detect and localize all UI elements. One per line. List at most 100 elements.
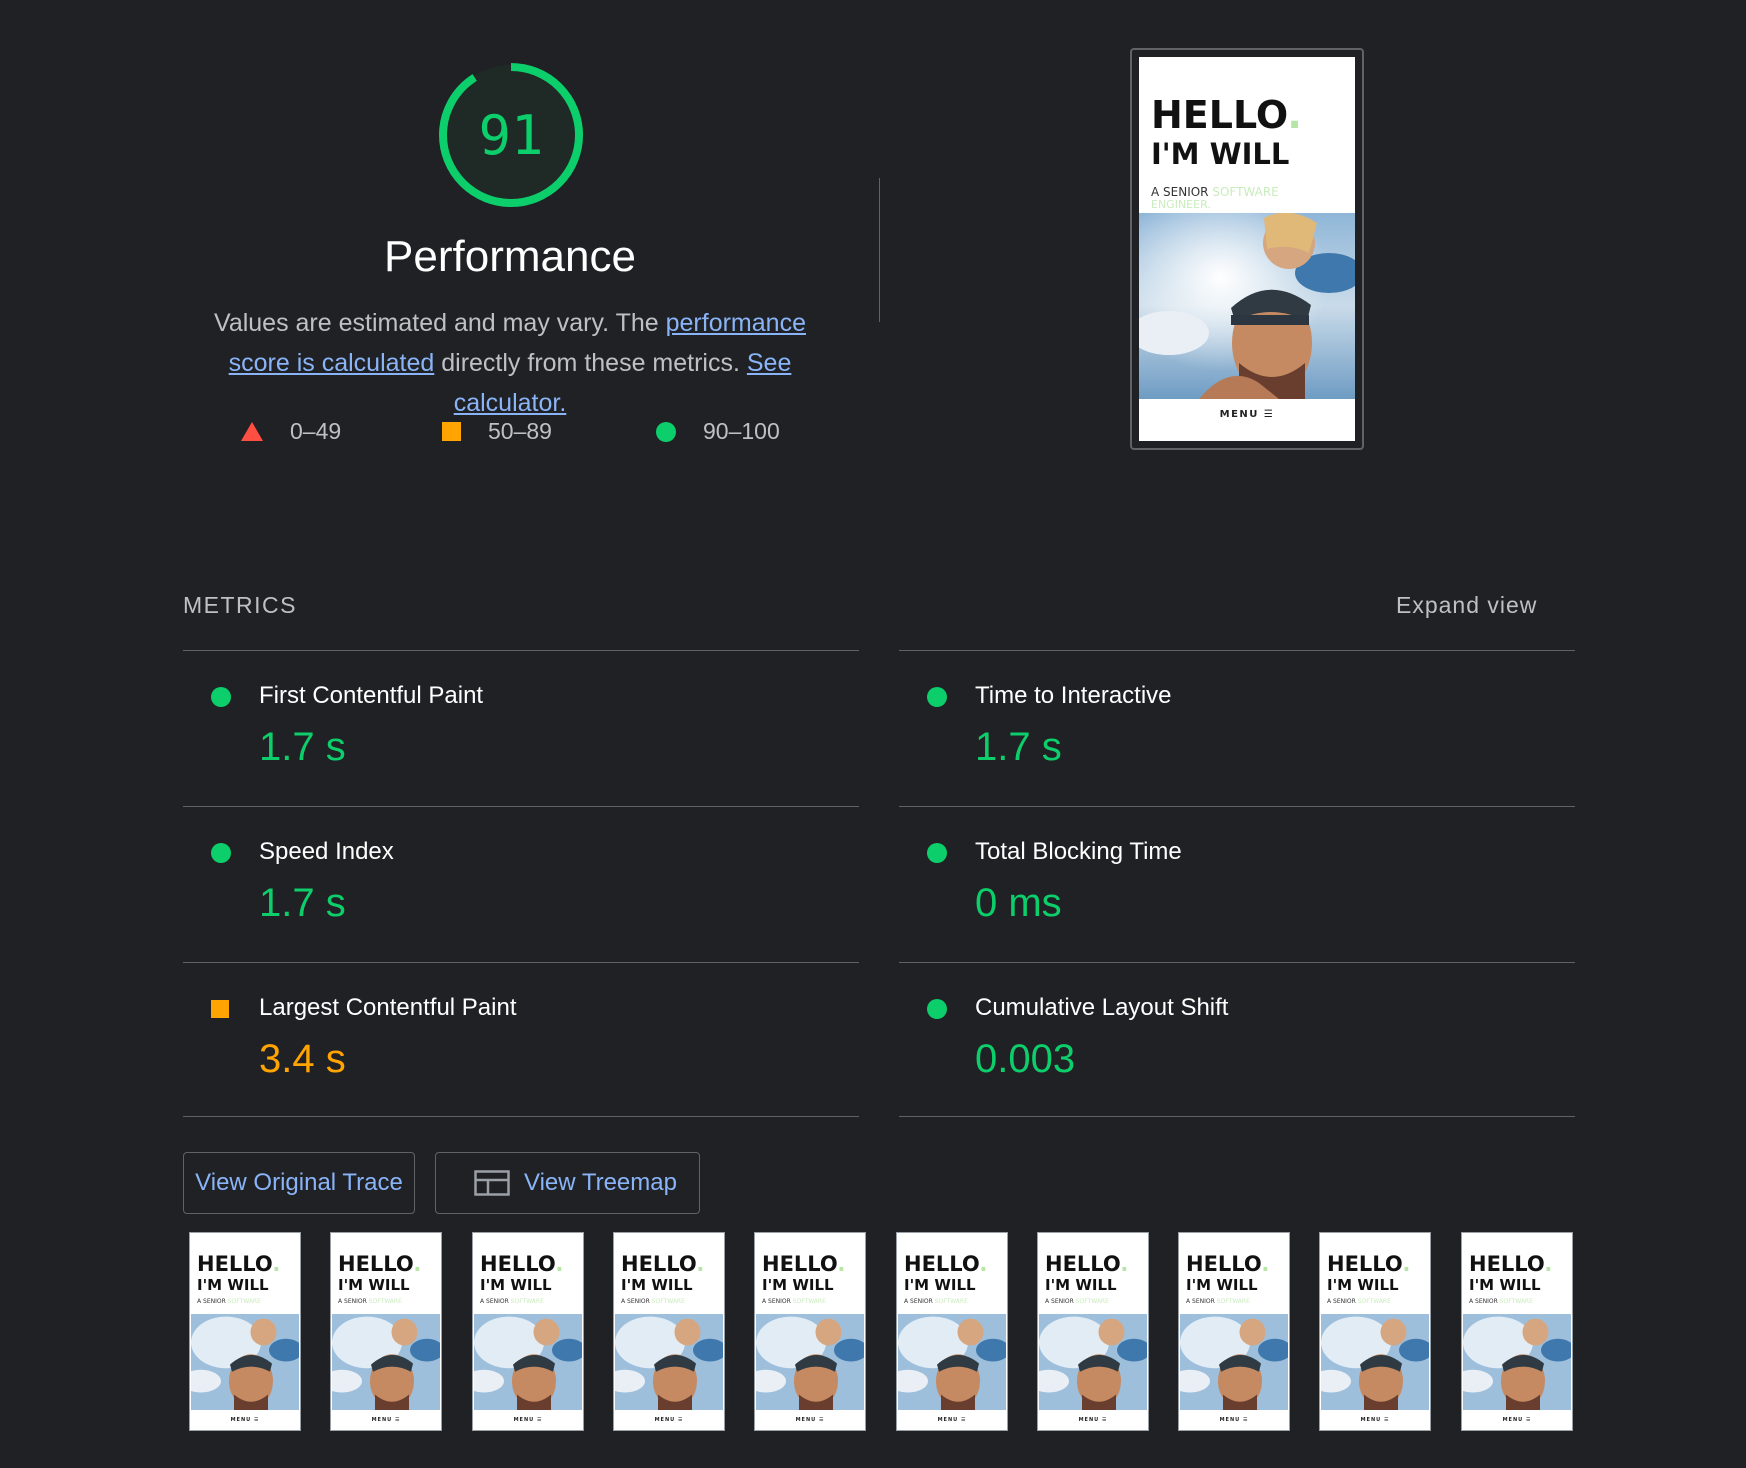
screenshot-name-text: I'M WILL <box>1151 137 1290 171</box>
metric-title: Largest Contentful Paint <box>259 994 517 1021</box>
view-treemap-label: View Treemap <box>524 1169 677 1196</box>
thumb-subtitle: A SENIOR SOFTWARE <box>904 1298 968 1305</box>
metric-first-contentful-paint: First Contentful Paint 1.7 s <box>183 651 859 806</box>
legend-label-fail: 0–49 <box>290 418 342 444</box>
pass-circle-icon <box>211 843 231 863</box>
score-gauge: 91 <box>437 61 585 209</box>
photo-illustration <box>1139 213 1355 399</box>
thumb-menu: MENU ☰ <box>654 1417 684 1423</box>
filmstrip-frame: HELLO. I'M WILL A SENIOR SOFTWARE MENU ☰ <box>1319 1232 1431 1431</box>
screenshot-subtitle: A SENIOR SOFTWARE <box>1151 185 1279 199</box>
filmstrip-frame: HELLO. I'M WILL A SENIOR SOFTWARE MENU ☰ <box>472 1232 584 1431</box>
thumb-photo <box>898 1314 1006 1410</box>
score-description: Values are estimated and may vary. The p… <box>180 303 840 423</box>
filmstrip-frame: HELLO. I'M WILL A SENIOR SOFTWARE MENU ☰ <box>613 1232 725 1431</box>
filmstrip-thumbnail: HELLO. I'M WILL A SENIOR SOFTWARE MENU ☰ <box>1463 1234 1571 1429</box>
metric-title: Speed Index <box>259 838 394 865</box>
view-treemap-button[interactable]: View Treemap <box>435 1152 700 1214</box>
thumb-hello-text: HELLO. <box>338 1252 422 1276</box>
thumb-photo <box>1463 1314 1571 1410</box>
thumb-name-text: I'M WILL <box>904 1276 976 1294</box>
thumb-menu: MENU ☰ <box>1078 1417 1108 1423</box>
thumb-hello-text: HELLO. <box>1186 1252 1270 1276</box>
thumb-name-text: I'M WILL <box>197 1276 269 1294</box>
legend-label-average: 50–89 <box>488 418 552 444</box>
metric-title: Cumulative Layout Shift <box>975 994 1229 1021</box>
filmstrip-frame: HELLO. I'M WILL A SENIOR SOFTWARE MENU ☰ <box>1037 1232 1149 1431</box>
view-original-trace-button[interactable]: View Original Trace <box>183 1152 415 1214</box>
thumb-subtitle: A SENIOR SOFTWARE <box>338 1298 402 1305</box>
screenshot-menu: MENU ☰ <box>1219 409 1275 420</box>
thumb-subtitle: A SENIOR SOFTWARE <box>762 1298 826 1305</box>
triangle-icon <box>241 422 263 441</box>
screenshot-hello-text: HELLO. <box>1151 93 1302 137</box>
metric-largest-contentful-paint: Largest Contentful Paint 3.4 s <box>183 963 859 1118</box>
score-value: 91 <box>478 103 544 167</box>
average-square-icon <box>211 1000 229 1018</box>
thumb-subtitle: A SENIOR SOFTWARE <box>480 1298 544 1305</box>
legend-item-fail: 0–49 <box>241 418 341 445</box>
thumb-photo <box>1321 1314 1429 1410</box>
metric-title: Total Blocking Time <box>975 838 1182 865</box>
thumb-menu: MENU ☰ <box>1502 1417 1532 1423</box>
metric-value: 1.7 s <box>975 725 1062 769</box>
pass-circle-icon <box>927 999 947 1019</box>
metric-title: First Contentful Paint <box>259 682 484 709</box>
legend-item-average: 50–89 <box>442 418 552 445</box>
thumb-menu: MENU ☰ <box>937 1417 967 1423</box>
thumb-photo <box>191 1314 299 1410</box>
vertical-divider <box>879 178 880 322</box>
thumb-subtitle: A SENIOR SOFTWARE <box>621 1298 685 1305</box>
metric-time-to-interactive: Time to Interactive 1.7 s <box>899 651 1575 806</box>
thumb-hello-text: HELLO. <box>1045 1252 1129 1276</box>
thumb-subtitle: A SENIOR SOFTWARE <box>1469 1298 1533 1305</box>
thumb-hello-text: HELLO. <box>621 1252 705 1276</box>
thumb-subtitle: A SENIOR SOFTWARE <box>1186 1298 1250 1305</box>
description-prefix: Values are estimated and may vary. The <box>214 309 666 337</box>
thumb-photo <box>615 1314 723 1410</box>
filmstrip-frame: HELLO. I'M WILL A SENIOR SOFTWARE MENU ☰ <box>1178 1232 1290 1431</box>
thumb-hello-text: HELLO. <box>1327 1252 1411 1276</box>
filmstrip-thumbnail: HELLO. I'M WILL A SENIOR SOFTWARE MENU ☰ <box>615 1234 723 1429</box>
expand-view-toggle[interactable]: Expand view <box>1396 592 1537 619</box>
thumb-name-text: I'M WILL <box>621 1276 693 1294</box>
thumb-menu: MENU ☰ <box>1219 1417 1249 1423</box>
description-middle: directly from these metrics. <box>434 349 747 377</box>
thumb-menu: MENU ☰ <box>513 1417 543 1423</box>
filmstrip-frame: HELLO. I'M WILL A SENIOR SOFTWARE MENU ☰ <box>1461 1232 1573 1431</box>
thumb-name-text: I'M WILL <box>480 1276 552 1294</box>
legend-item-pass: 90–100 <box>656 418 780 445</box>
thumb-menu: MENU ☰ <box>230 1417 260 1423</box>
treemap-icon <box>474 1170 510 1196</box>
thumb-photo <box>756 1314 864 1410</box>
thumb-photo <box>1180 1314 1288 1410</box>
metric-speed-index: Speed Index 1.7 s <box>183 807 859 962</box>
filmstrip-frame: HELLO. I'M WILL A SENIOR SOFTWARE MENU ☰ <box>189 1232 301 1431</box>
thumb-hello-text: HELLO. <box>904 1252 988 1276</box>
thumb-subtitle: A SENIOR SOFTWARE <box>197 1298 261 1305</box>
thumb-name-text: I'M WILL <box>1469 1276 1541 1294</box>
final-screenshot[interactable]: HELLO. I'M WILL A SENIOR SOFTWARE ENGINE… <box>1130 48 1364 450</box>
filmstrip-thumbnail: HELLO. I'M WILL A SENIOR SOFTWARE MENU ☰ <box>191 1234 299 1429</box>
filmstrip-thumbnail: HELLO. I'M WILL A SENIOR SOFTWARE MENU ☰ <box>332 1234 440 1429</box>
pass-circle-icon <box>927 687 947 707</box>
thumb-menu: MENU ☰ <box>1360 1417 1390 1423</box>
metric-cumulative-layout-shift: Cumulative Layout Shift 0.003 <box>899 963 1575 1118</box>
circle-icon <box>656 421 676 442</box>
filmstrip-frame: HELLO. I'M WILL A SENIOR SOFTWARE MENU ☰ <box>754 1232 866 1431</box>
thumb-subtitle: A SENIOR SOFTWARE <box>1045 1298 1109 1305</box>
metric-value: 1.7 s <box>259 725 346 769</box>
pass-circle-icon <box>927 843 947 863</box>
thumb-hello-text: HELLO. <box>480 1252 564 1276</box>
thumb-menu: MENU ☰ <box>795 1417 825 1423</box>
thumb-photo <box>474 1314 582 1410</box>
thumb-menu: MENU ☰ <box>371 1417 401 1423</box>
filmstrip-thumbnail: HELLO. I'M WILL A SENIOR SOFTWARE MENU ☰ <box>1180 1234 1288 1429</box>
thumb-name-text: I'M WILL <box>1186 1276 1258 1294</box>
category-title: Performance <box>384 232 636 281</box>
thumb-photo <box>1039 1314 1147 1410</box>
filmstrip-thumbnail: HELLO. I'M WILL A SENIOR SOFTWARE MENU ☰ <box>756 1234 864 1429</box>
filmstrip-thumbnail: HELLO. I'M WILL A SENIOR SOFTWARE MENU ☰ <box>474 1234 582 1429</box>
thumb-name-text: I'M WILL <box>338 1276 410 1294</box>
metrics-header: METRICS <box>183 592 297 618</box>
